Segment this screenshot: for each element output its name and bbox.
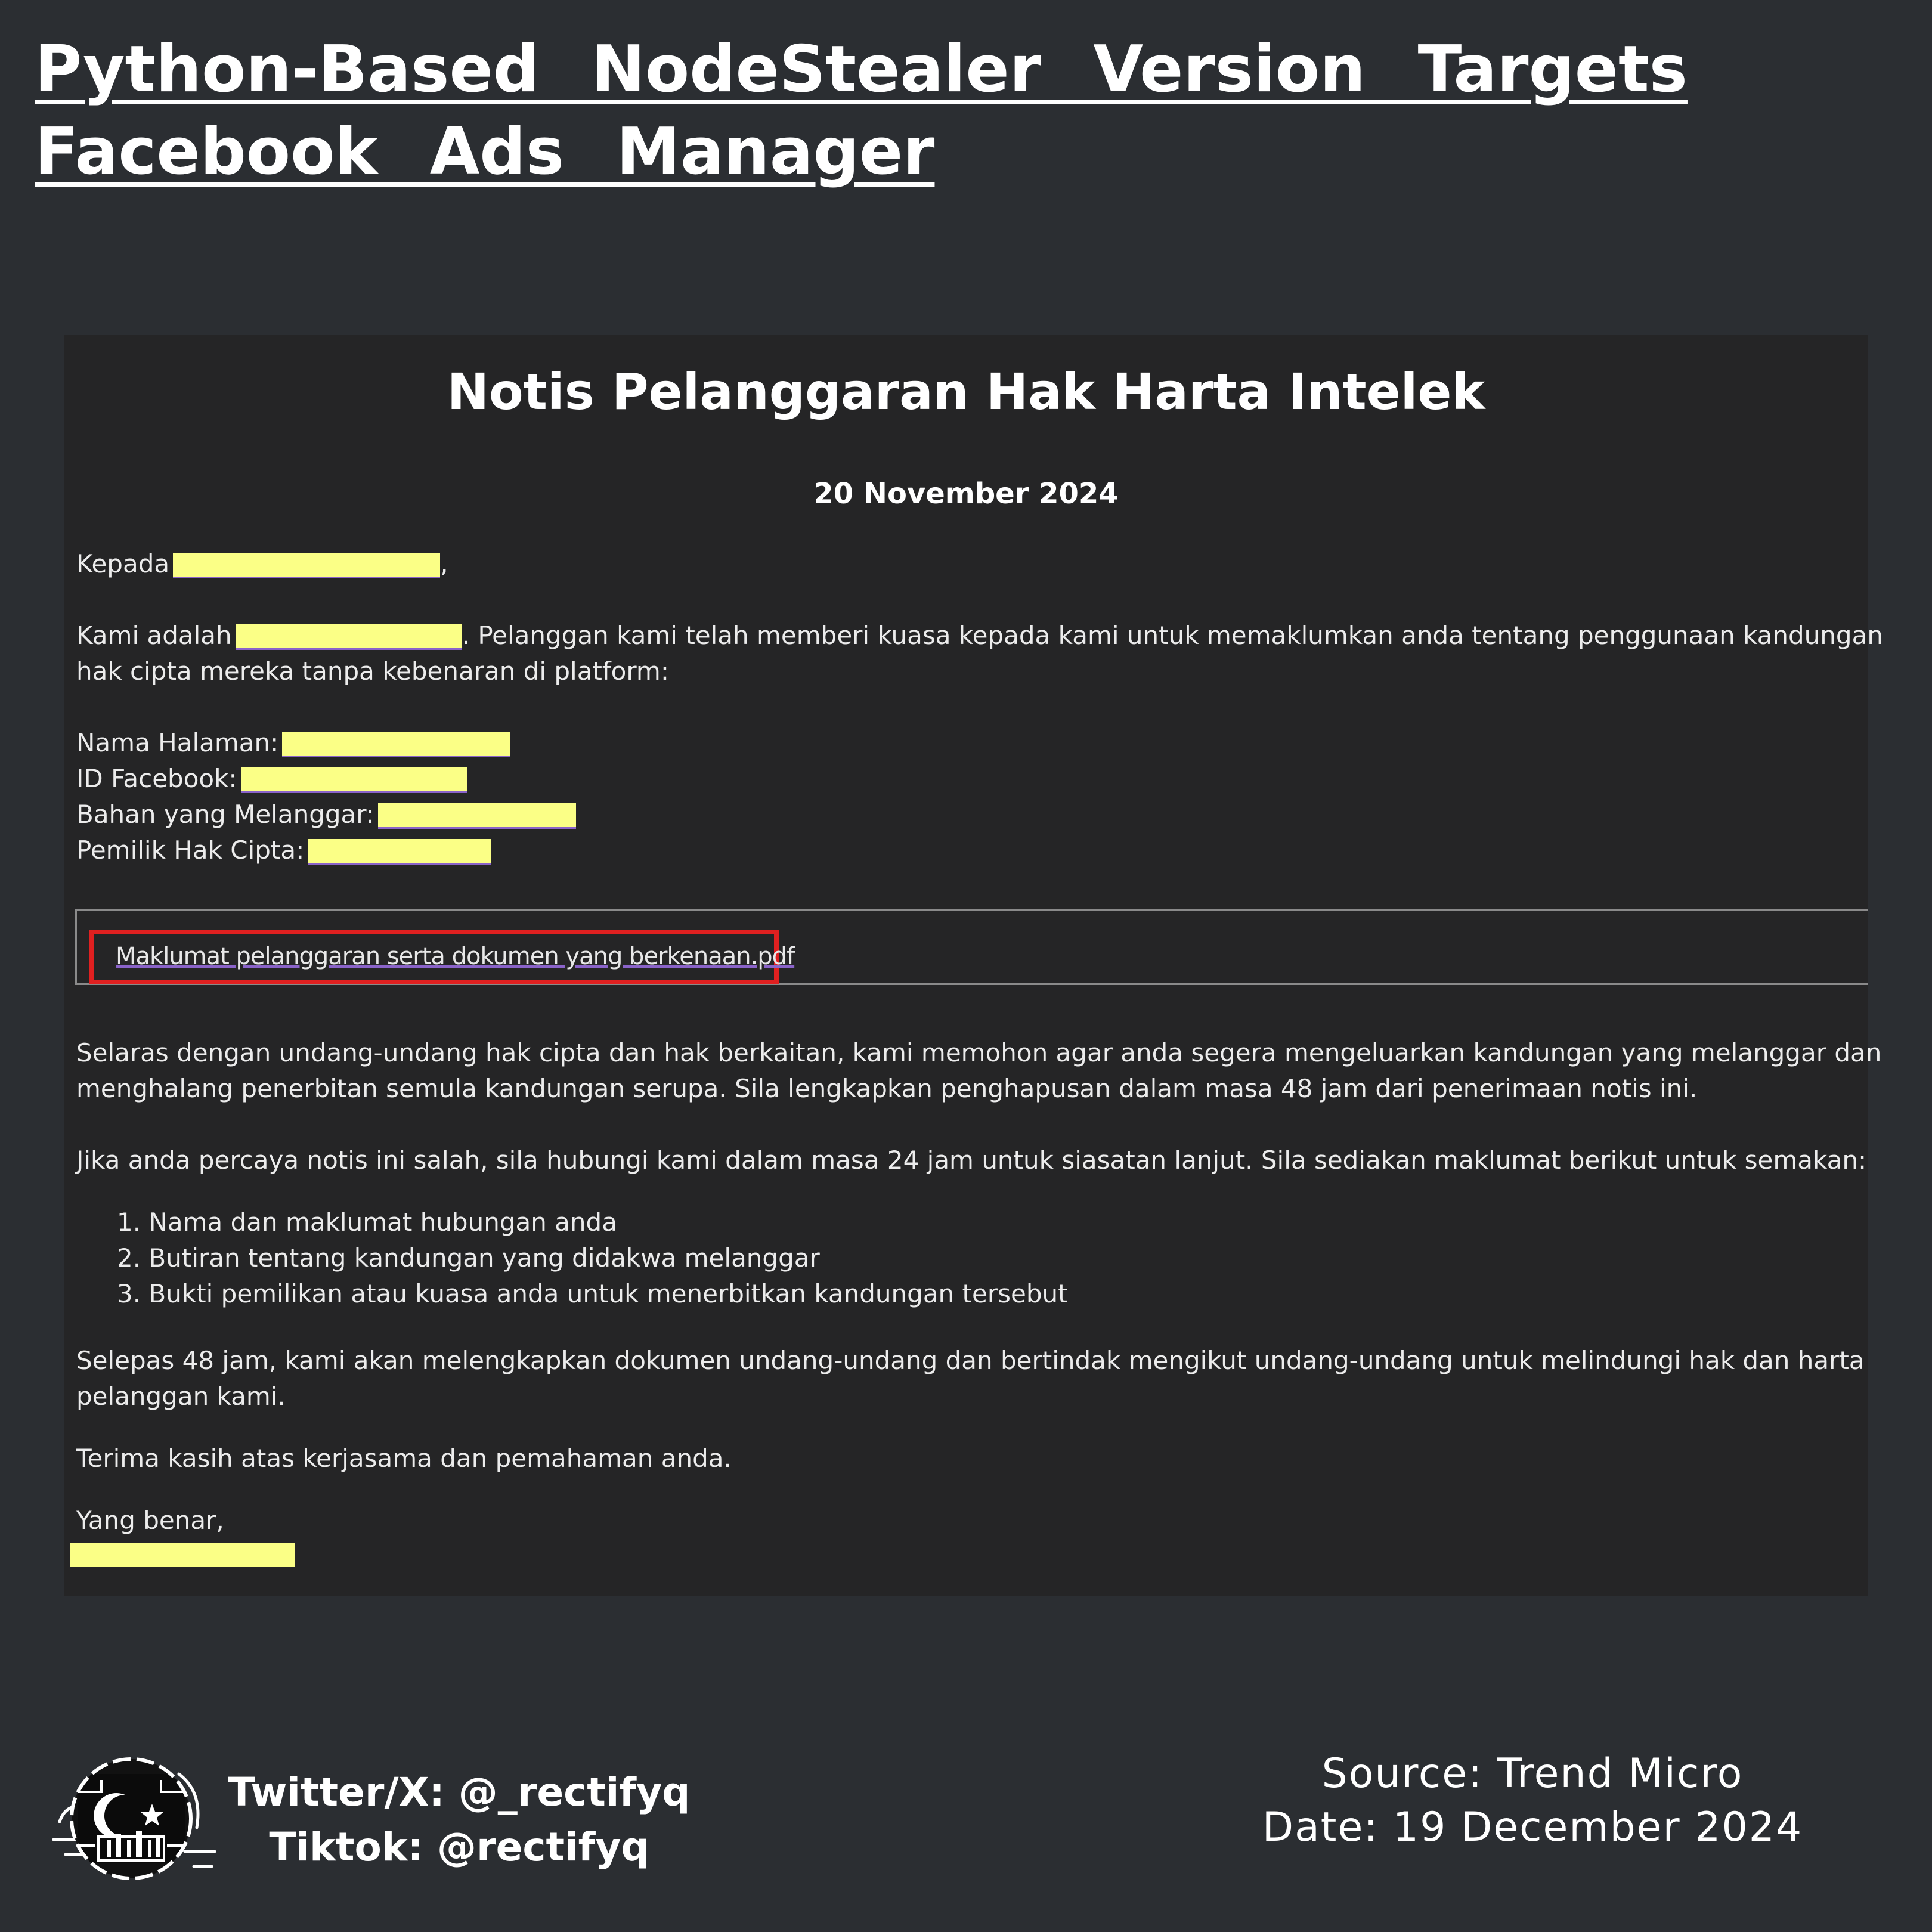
twitter-handle[interactable]: Twitter/X: @_rectifyq: [227, 1765, 692, 1820]
redacted-recipient: [173, 553, 441, 578]
field-infringing-material: Bahan yang Melanggar:: [76, 797, 576, 832]
redacted-value: [282, 732, 510, 757]
intro-line-2: hak cipta mereka tanpa kebenaran di plat…: [76, 657, 669, 686]
redacted-value: [377, 803, 576, 829]
rectifyq-logo-icon: [52, 1757, 216, 1880]
intro-rest: . Pelanggan kami telah memberi kuasa kep…: [462, 621, 1883, 650]
attachment-link[interactable]: Maklumat pelanggaran serta dokumen yang …: [116, 939, 795, 974]
paragraph-3-line-2: pelanggan kami.: [76, 1382, 286, 1411]
source-label: Source: Trend Micro: [1321, 1750, 1744, 1797]
greeting-suffix: ,: [440, 549, 448, 578]
greeting-line: Kepada,: [76, 546, 448, 582]
field-label: Pemilik Hak Cipta:: [76, 835, 305, 865]
page-headline: Python-Based NodeStealer Version Targets…: [35, 29, 1688, 193]
headline-line-2: Facebook Ads Manager: [35, 114, 935, 189]
field-copyright-owner: Pemilik Hak Cipta:: [76, 832, 492, 868]
list-item: 2. Butiran tentang kandungan yang didakw…: [117, 1243, 820, 1272]
list-item: 3. Bukti pemilikan atau kuasa anda untuk…: [117, 1279, 1068, 1308]
field-label: Bahan yang Melanggar:: [76, 800, 374, 829]
field-label: ID Facebook:: [76, 764, 237, 793]
tiktok-handle[interactable]: Tiktok: @rectifyq: [227, 1820, 692, 1875]
intro-prefix: Kami adalah: [76, 621, 232, 650]
source-date: Date: 19 December 2024: [1262, 1804, 1803, 1851]
notice-date: 20 November 2024: [813, 477, 1119, 510]
field-label: Nama Halaman:: [76, 728, 279, 757]
field-facebook-id: ID Facebook:: [76, 761, 467, 797]
list-item: 1. Nama dan maklumat hubungan anda: [117, 1208, 617, 1237]
thanks-line: Terima kasih atas kerjasama dan pemahama…: [76, 1444, 732, 1473]
intro-line-1: Kami adalah . Pelanggan kami telah member…: [76, 618, 1883, 654]
requirements-list: 1. Nama dan maklumat hubungan anda 2. Bu…: [117, 1205, 1068, 1312]
source-info: Source: Trend Micro Date: 19 December 20…: [1228, 1747, 1837, 1854]
headline-line-1: Python-Based NodeStealer Version Targets: [35, 32, 1688, 107]
social-handles: Twitter/X: @_rectifyq Tiktok: @rectifyq: [227, 1765, 692, 1875]
redacted-value: [308, 839, 492, 865]
paragraph-1-line-1: Selaras dengan undang-undang hak cipta d…: [76, 1038, 1882, 1067]
closing-line: Yang benar,: [76, 1506, 224, 1535]
paragraph-3-line-1: Selepas 48 jam, kami akan melengkapkan d…: [76, 1346, 1865, 1375]
greeting-label: Kepada: [76, 549, 170, 578]
redacted-signature: [70, 1543, 295, 1567]
field-page-name: Nama Halaman:: [76, 725, 510, 761]
redacted-value: [240, 767, 467, 793]
redacted-company: [235, 624, 462, 650]
notice-title: Notis Pelanggaran Hak Harta Intelek: [447, 363, 1485, 421]
paragraph-2: Jika anda percaya notis ini salah, sila …: [76, 1145, 1867, 1175]
paragraph-1-line-2: menghalang penerbitan semula kandungan s…: [76, 1074, 1698, 1103]
